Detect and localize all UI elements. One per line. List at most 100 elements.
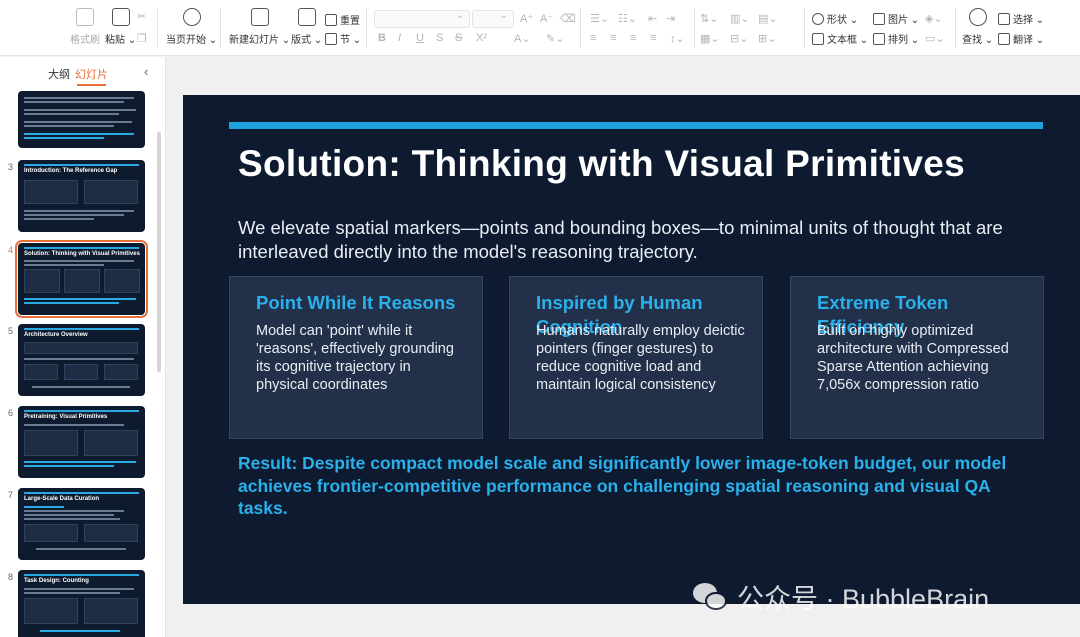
line-spacing-icon[interactable]: ↕⌄ [670,32,685,45]
font-name-select[interactable] [374,10,470,28]
card-body: Model can 'point' while it 'reasons', ef… [256,323,454,393]
slide-title[interactable]: Solution: Thinking with Visual Primitive… [238,143,965,185]
play-from-current-button[interactable]: 当页开始 ⌄ [166,8,217,46]
bullets-icon[interactable]: ☰⌄ [590,12,609,25]
superscript-icon[interactable]: X² [476,32,487,44]
slide-thumbnail[interactable]: Architecture Overview [18,324,145,396]
translate-label: 翻译 ⌄ [1013,35,1045,46]
feature-card[interactable]: Extreme Token Efficiency Built on highly… [790,276,1044,439]
decrease-font-icon[interactable]: A⁻ [540,12,553,25]
shadow-icon[interactable]: S [436,32,443,44]
align-text-icon[interactable]: ▤⌄ [758,12,778,25]
outline-icon[interactable]: ▭⌄ [925,32,945,45]
thumbnail-title: Introduction: The Reference Gap [24,168,118,174]
watermark-text: 公众号 · BubbleBrain [737,584,990,614]
slide-thumbnail-selected[interactable]: Solution: Thinking with Visual Primitive… [15,240,148,318]
arrange-button[interactable]: 排列 ⌄ [873,31,919,46]
new-slide-button[interactable]: 新建幻灯片 ⌄ [229,8,290,46]
layout-button[interactable]: 版式 ⌄ [291,8,322,46]
result-statement[interactable]: Result: Despite compact model scale and … [238,452,1038,520]
watermark: 公众号 · BubbleBrain [693,577,989,616]
section-icon [325,32,337,45]
tab-outline[interactable]: 大纲 [48,66,70,82]
columns-icon[interactable]: ▥⌄ [730,12,750,25]
slide-number: 3 [8,162,14,172]
collapse-panel-icon[interactable]: ‹ [144,64,148,79]
ribbon-toolbar: 格式刷 粘贴 ⌄ ✂ ❐ 当页开始 ⌄ 新建幻灯片 ⌄ 版式 ⌄ 重置 节 ⌄ … [0,0,1080,56]
slide-subtitle[interactable]: We elevate spatial markers—points and bo… [238,216,1028,264]
strikethrough-icon[interactable]: S [455,32,462,44]
slide-number: 6 [8,408,14,418]
cut-icon[interactable]: ✂ [137,10,146,23]
paste-label: 粘贴 ⌄ [105,35,137,46]
cursor-icon [998,12,1010,25]
increase-indent-icon[interactable]: ⇥ [666,12,675,25]
find-button[interactable]: 查找 ⌄ [962,8,993,46]
vertical-align-icon[interactable]: ⊟⌄ [730,32,748,45]
format-painter-label: 格式刷 [70,35,100,46]
card-body: Built on highly optimized architecture w… [817,323,1009,393]
translate-button[interactable]: 翻译 ⌄ [998,31,1044,46]
arrange-label: 排列 ⌄ [888,35,920,46]
copy-icon[interactable]: ❐ [137,32,147,45]
navigator-scrollbar[interactable] [157,132,161,372]
new-slide-label: 新建幻灯片 ⌄ [229,35,291,46]
numbering-icon[interactable]: ☷⌄ [618,12,637,25]
underline-icon[interactable]: U [416,32,424,44]
navigator-tabs: 大纲 幻灯片 ‹ [0,57,165,89]
thumbnail-title: Pretraining: Visual Primitives [24,414,108,420]
textbox-icon [812,32,824,45]
font-size-select[interactable] [472,10,514,28]
slide-thumbnail[interactable]: Pretraining: Visual Primitives [18,406,145,478]
slide-number: 5 [8,326,14,336]
align-left-icon[interactable]: ≡ [590,32,596,44]
slide-thumbnail[interactable] [18,91,145,148]
slide-thumbnail[interactable]: Large-Scale Data Curation [18,488,145,560]
paste-button[interactable]: 粘贴 ⌄ [105,8,136,46]
shape-icon [812,12,824,25]
slide-number: 4 [8,245,14,255]
section-button[interactable]: 节 ⌄ [325,31,361,46]
slide-canvas[interactable]: Solution: Thinking with Visual Primitive… [167,57,1080,637]
wechat-icon [693,581,729,613]
textbox-label: 文本框 ⌄ [827,35,869,46]
thumbnail-title: Solution: Thinking with Visual Primitive… [24,251,140,257]
justify-icon[interactable]: ≡ [650,32,656,44]
shape-button[interactable]: 形状 ⌄ [812,11,858,26]
font-color-icon[interactable]: A⌄ [514,32,531,45]
current-slide[interactable]: Solution: Thinking with Visual Primitive… [183,95,1080,604]
align-right-icon[interactable]: ≡ [630,32,636,44]
textbox-button[interactable]: 文本框 ⌄ [812,31,868,46]
select-button[interactable]: 选择 ⌄ [998,11,1044,26]
slide-thumbnail[interactable]: Task Design: Counting [18,570,145,637]
clipboard-icon [111,8,130,26]
reset-button[interactable]: 重置 [325,12,360,27]
layout-label: 版式 ⌄ [291,35,323,46]
bold-icon[interactable]: B [378,32,386,44]
italic-icon[interactable]: I [398,32,401,44]
card-title: Point While It Reasons [256,292,456,313]
feature-card[interactable]: Point While It Reasons Model can 'point'… [229,276,483,439]
slide-number: 7 [8,490,14,500]
fill-icon[interactable]: ◈⌄ [925,12,943,25]
play-icon [182,8,201,26]
distribute-icon[interactable]: ▦⌄ [700,32,720,45]
accent-bar [229,122,1043,129]
reset-icon [325,13,337,26]
clear-format-icon[interactable]: ⌫ [560,12,576,25]
format-painter-button[interactable]: 格式刷 [70,8,100,46]
text-direction-icon[interactable]: ⇅⌄ [700,12,718,25]
align-center-icon[interactable]: ≡ [610,32,616,44]
smartart-icon[interactable]: ⊞⌄ [758,32,776,45]
reset-label: 重置 [340,16,360,27]
section-label: 节 ⌄ [340,35,362,46]
slide-thumbnail[interactable]: Introduction: The Reference Gap [18,160,145,232]
thumbnail-title: Large-Scale Data Curation [24,496,100,502]
increase-font-icon[interactable]: A⁺ [520,12,533,25]
tab-slides[interactable]: 幻灯片 [75,66,108,86]
picture-button[interactable]: 图片 ⌄ [873,11,919,26]
highlight-icon[interactable]: ✎⌄ [546,32,564,45]
decrease-indent-icon[interactable]: ⇤ [648,12,657,25]
picture-label: 图片 ⌄ [888,15,920,26]
feature-card[interactable]: Inspired by Human Cognition Humans natur… [509,276,763,439]
